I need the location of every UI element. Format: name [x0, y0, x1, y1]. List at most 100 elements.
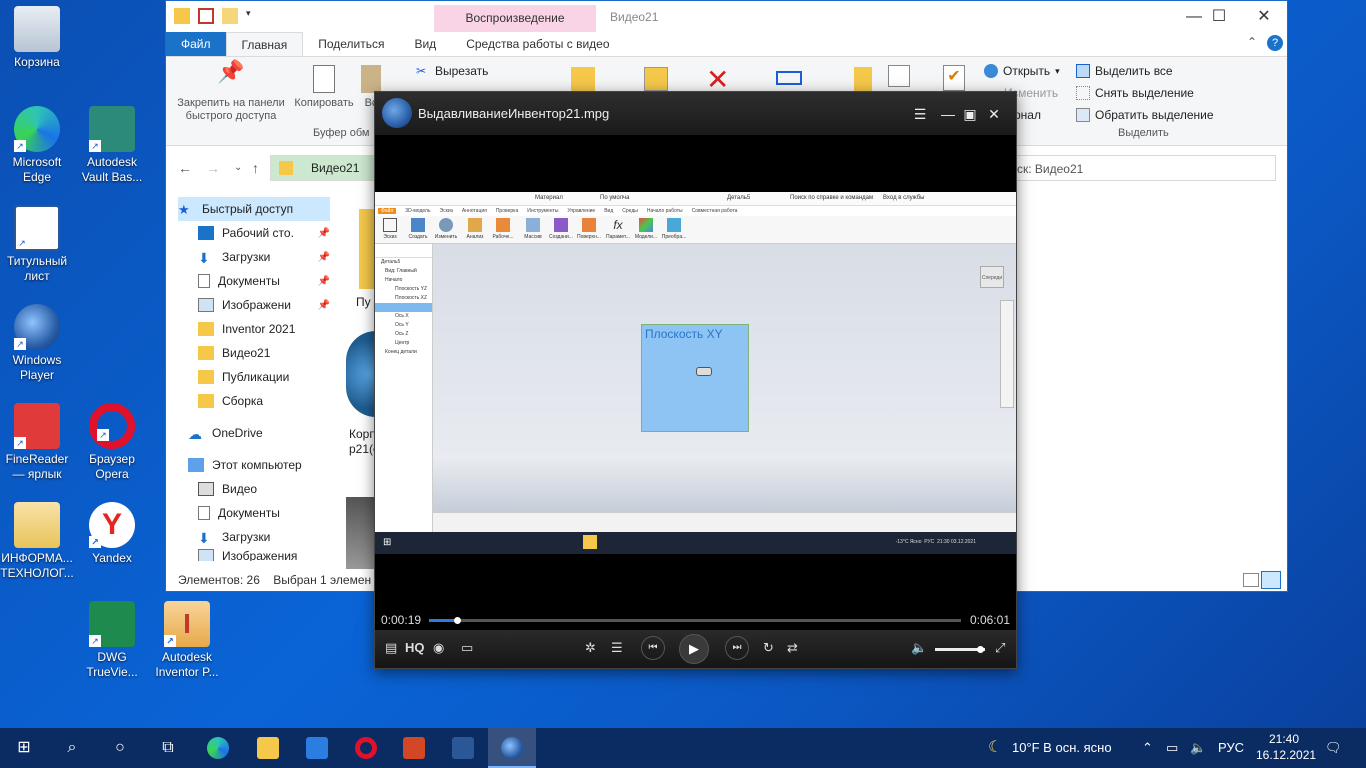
desktop-icon-edge[interactable]: ↗ Microsoft Edge	[0, 106, 74, 185]
help-icon[interactable]: ?	[1267, 35, 1283, 51]
play-button[interactable]: ▶	[679, 634, 709, 664]
speaker-icon[interactable]: 🔈	[1190, 728, 1206, 768]
settings-icon[interactable]: ✲	[585, 640, 596, 656]
open-file-icon[interactable]: ▤	[385, 640, 397, 656]
fullscreen-icon[interactable]: ⤢	[995, 640, 1005, 656]
new-folder-button[interactable]	[854, 67, 872, 91]
clock[interactable]: 21:40 16.12.2021	[1256, 731, 1316, 763]
new-folder-icon[interactable]	[222, 8, 238, 24]
nav-item-assembly[interactable]: Сборка	[178, 389, 330, 413]
content-video-item[interactable]	[346, 331, 376, 417]
task-view-icon[interactable]: ⧉	[144, 728, 192, 768]
nav-item-pc-pictures[interactable]: Изображения	[178, 549, 330, 561]
desktop-icon-info-tech[interactable]: ИНФОРМА... ТЕХНОЛОГ...	[0, 502, 74, 581]
next-icon[interactable]: ⏭	[725, 636, 749, 660]
tab-home[interactable]: Главная	[225, 32, 304, 56]
weather-widget[interactable]: ☾ 10°F В осн. ясно	[988, 728, 1112, 768]
volume-handle[interactable]	[977, 646, 984, 653]
nav-item-videos[interactable]: Видео	[178, 477, 330, 501]
minimize-button[interactable]: —	[937, 103, 959, 125]
nav-item-pc-downloads[interactable]: ⬇ Загрузки	[178, 525, 330, 549]
journal-button[interactable]: рнал	[1014, 108, 1041, 122]
desktop-icon-dwg[interactable]: ↗ DWG TrueVie...	[75, 601, 149, 680]
context-tab-playback[interactable]: Воспроизведение	[434, 5, 596, 32]
content-folder-item[interactable]	[359, 209, 375, 289]
playlist-icon[interactable]: ☰	[909, 103, 931, 125]
details-view-icon[interactable]	[1243, 573, 1259, 587]
taskbar-player[interactable]	[488, 728, 536, 768]
nav-item-documents[interactable]: Документы 📌	[178, 269, 330, 293]
taskbar-explorer[interactable]	[244, 728, 292, 768]
select-all-button[interactable]: Выделить все	[1076, 64, 1173, 78]
network-icon[interactable]: ▭	[1166, 728, 1178, 768]
close-button[interactable]: ✕	[1241, 1, 1287, 32]
large-icons-view-icon[interactable]	[1261, 571, 1281, 589]
taskbar-mail[interactable]	[293, 728, 341, 768]
shuffle-icon[interactable]: ⇄	[787, 640, 798, 656]
start-button[interactable]: ⊞	[0, 728, 48, 768]
desktop-icon-opera[interactable]: ↗ Браузер Opera	[75, 403, 149, 482]
desktop-icon-recycle-bin[interactable]: Корзина	[0, 6, 74, 70]
desktop-icon-windows-player[interactable]: ↗ Windows Player	[0, 304, 74, 383]
nav-quick-access[interactable]: ★ Быстрый доступ	[178, 197, 330, 221]
chevron-down-icon[interactable]: ▾	[246, 8, 254, 24]
invert-selection-button[interactable]: Обратить выделение	[1076, 108, 1214, 122]
up-arrow-icon[interactable]: ↑	[252, 160, 259, 176]
copy-to-icon[interactable]	[644, 67, 668, 91]
nav-onedrive[interactable]: ☁ OneDrive	[178, 421, 330, 445]
taskbar-edge[interactable]	[194, 728, 242, 768]
nav-item-video21[interactable]: Видео21	[178, 341, 330, 365]
maximize-button[interactable]: ☐	[1196, 1, 1242, 32]
seek-handle[interactable]	[454, 617, 462, 624]
forward-arrow-icon[interactable]: →	[206, 160, 220, 176]
hq-button[interactable]: HQ	[405, 640, 425, 655]
repeat-icon[interactable]: ↻	[763, 640, 774, 656]
content-thumbnail[interactable]	[346, 497, 376, 569]
deselect-button[interactable]: Снять выделение	[1076, 86, 1194, 100]
search-icon[interactable]: ⌕	[48, 728, 96, 768]
notifications-icon[interactable]: 🗨	[1325, 728, 1342, 768]
cortana-icon[interactable]: ○	[96, 728, 144, 768]
playlist-icon[interactable]: ☰	[611, 640, 623, 656]
close-button[interactable]: ✕	[983, 103, 1005, 125]
pin-quick-access-button[interactable]: 📌 Закрепить на панели быстрого доступа	[172, 61, 290, 123]
taskbar-word[interactable]	[439, 728, 487, 768]
desktop-icon-yandex[interactable]: Y ↗ Yandex	[75, 502, 149, 566]
maximize-button[interactable]: ▣	[959, 103, 981, 125]
properties-icon[interactable]	[198, 8, 214, 24]
chevron-up-icon[interactable]: ⌃	[1247, 35, 1257, 49]
back-arrow-icon[interactable]: ←	[178, 160, 192, 176]
nav-item-desktop[interactable]: Рабочий сто. 📌	[178, 221, 330, 245]
seek-bar[interactable]	[429, 617, 961, 624]
nav-item-inventor-2021[interactable]: Inventor 2021	[178, 317, 330, 341]
search-input[interactable]: ск: Видео21	[1004, 155, 1276, 181]
taskbar-opera[interactable]	[342, 728, 390, 768]
volume-slider[interactable]	[935, 646, 985, 653]
desktop-icon-finereader[interactable]: ↗ FineReader — ярлык	[0, 403, 74, 482]
nav-this-pc[interactable]: Этот компьютер	[178, 453, 330, 477]
rename-icon[interactable]	[776, 71, 802, 85]
desktop-icon-title-doc[interactable]: ↗ Титульный лист	[0, 205, 74, 284]
address-field[interactable]: Видео21	[270, 155, 380, 181]
tab-share[interactable]: Поделиться	[303, 32, 399, 56]
show-hidden-icons[interactable]: ⌃	[1142, 728, 1153, 768]
tab-view[interactable]: Вид	[399, 32, 451, 56]
desktop-icon-inventor[interactable]: I ↗ Autodesk Inventor P...	[150, 601, 224, 680]
nav-item-pc-documents[interactable]: Документы	[178, 501, 330, 525]
keyboard-language[interactable]: РУС	[1218, 728, 1244, 768]
new-item-icon[interactable]	[888, 65, 910, 87]
folder-icon[interactable]	[174, 8, 190, 24]
broadcast-icon[interactable]: ◉	[433, 640, 444, 656]
open-button[interactable]: Открыть ▾	[984, 64, 1060, 78]
chevron-down-icon[interactable]: ⌄	[234, 162, 242, 173]
volume-icon[interactable]: 🔈	[911, 640, 927, 656]
copy-button[interactable]: Копировать	[291, 65, 357, 110]
tab-video-tools[interactable]: Средства работы с видео	[451, 32, 624, 56]
video-frame[interactable]: Материал По умолча Деталь5 Поиск по спра…	[375, 192, 1016, 554]
nav-item-pictures[interactable]: Изображени 📌	[178, 293, 330, 317]
properties-large-icon[interactable]: ✔	[943, 65, 965, 91]
nav-item-publications[interactable]: Публикации	[178, 365, 330, 389]
subtitles-icon[interactable]: ▭	[461, 640, 473, 656]
tab-file[interactable]: Файл	[166, 32, 226, 56]
nav-item-downloads[interactable]: ⬇ Загрузки 📌	[178, 245, 330, 269]
